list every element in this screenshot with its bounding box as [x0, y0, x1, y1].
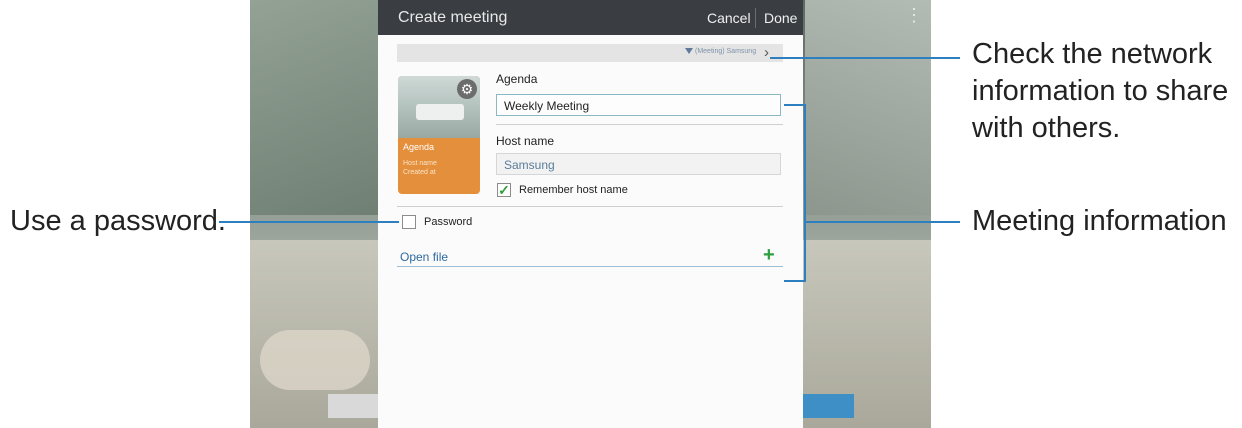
add-file-icon[interactable]: + — [763, 244, 775, 267]
title-bar-separator — [755, 8, 756, 28]
network-info-bar[interactable]: (Meeting) Samsung › — [397, 44, 783, 62]
background-button-right[interactable] — [802, 394, 854, 418]
thumbnail-agenda: Agenda — [403, 142, 435, 152]
network-info-text: (Meeting) Samsung — [695, 48, 757, 55]
background-hand — [260, 330, 370, 390]
background-window-left — [250, 0, 380, 215]
agenda-value: Weekly Meeting — [504, 99, 590, 113]
host-name-label: Host name — [496, 134, 555, 148]
callout-bracket-top — [784, 104, 806, 106]
remember-host-checkbox[interactable]: ✓ — [497, 183, 511, 197]
chevron-right-icon[interactable]: › — [764, 44, 769, 62]
callout-line-network — [770, 57, 960, 59]
callout-bracket-bottom — [784, 280, 806, 282]
callout-password: Use a password. — [10, 205, 226, 237]
remember-host-label: Remember host name — [519, 184, 628, 196]
done-button[interactable]: Done — [764, 10, 797, 26]
thumbnail-created-at: Created at — [403, 169, 436, 176]
gear-icon[interactable]: ⚙ — [457, 79, 477, 99]
background-button-left[interactable] — [328, 394, 380, 418]
divider — [496, 124, 783, 125]
host-name-value: Samsung — [504, 158, 555, 172]
create-meeting-dialog: Create meeting Cancel Done (Meeting) Sam… — [378, 0, 803, 428]
divider — [397, 206, 783, 207]
open-file-link[interactable]: Open file — [400, 250, 448, 264]
callout-bracket-vertical — [804, 104, 806, 282]
more-options-icon[interactable]: ⋮ — [905, 6, 923, 24]
callout-network-line-1: Check the network — [972, 38, 1213, 70]
wifi-icon — [685, 48, 693, 54]
callout-network-line-3: with others. — [972, 112, 1121, 144]
thumbnail-host-name: Host name — [403, 160, 437, 167]
callout-line-meeting-info — [806, 221, 960, 223]
background-window-right — [805, 0, 931, 215]
agenda-label: Agenda — [496, 72, 538, 86]
callout-meeting-info: Meeting information — [972, 205, 1227, 237]
meeting-thumbnail[interactable]: ⚙ Agenda Host name Created at — [398, 76, 480, 194]
host-name-field[interactable]: Samsung — [496, 153, 781, 175]
dialog-title-bar: Create meeting Cancel Done — [378, 0, 803, 35]
dialog-title: Create meeting — [398, 9, 508, 26]
open-file-underline — [397, 266, 783, 267]
cancel-button[interactable]: Cancel — [707, 10, 751, 26]
callout-network-line-2: information to share — [972, 75, 1229, 107]
password-checkbox[interactable] — [402, 215, 416, 229]
callout-line-password — [219, 221, 399, 223]
agenda-field[interactable]: Weekly Meeting — [496, 94, 781, 116]
password-label: Password — [424, 216, 473, 228]
meeting-room-table — [416, 104, 464, 120]
